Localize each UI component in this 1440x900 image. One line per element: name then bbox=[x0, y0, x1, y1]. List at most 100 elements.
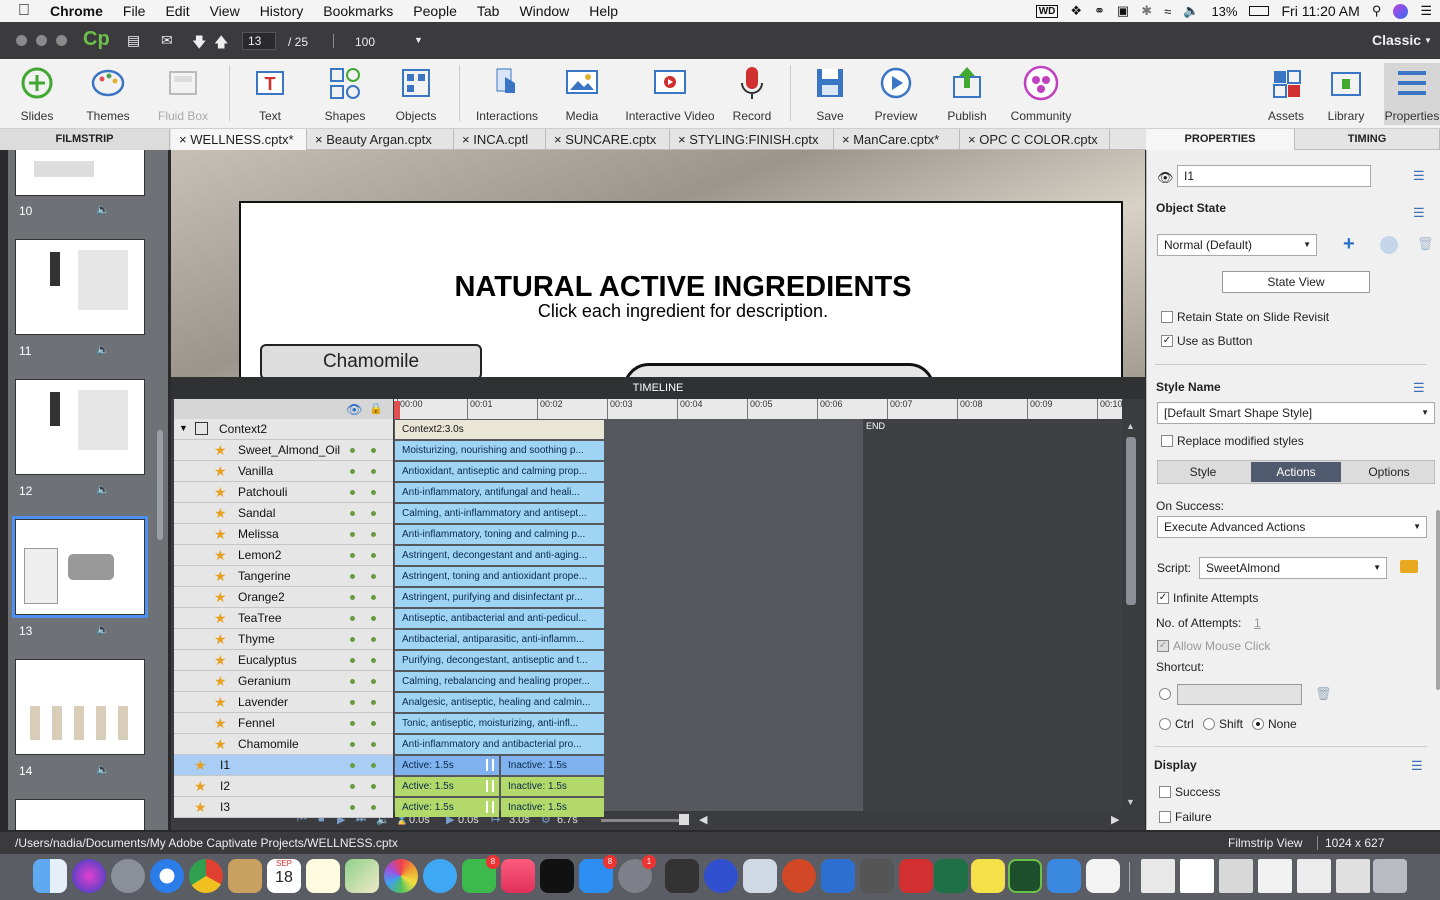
tab-styling-finish[interactable]: × STYLING:FINISH.cptx bbox=[670, 129, 834, 150]
timeline-inactive-bar[interactable]: Inactive: 1.5s bbox=[501, 777, 604, 796]
maps-icon[interactable] bbox=[345, 859, 379, 893]
captivate-icon[interactable] bbox=[1008, 859, 1042, 893]
lock-dot-icon[interactable] bbox=[371, 763, 376, 768]
lock-dot-icon[interactable] bbox=[371, 616, 376, 621]
timeline-row[interactable]: ★ Eucalyptus bbox=[174, 650, 393, 671]
tab-suncare[interactable]: × SUNCARE.cptx bbox=[546, 129, 670, 150]
visibility-dot-icon[interactable] bbox=[350, 616, 355, 621]
pause-handle-icon[interactable] bbox=[486, 759, 494, 771]
lock-dot-icon[interactable] bbox=[371, 784, 376, 789]
visibility-dot-icon[interactable] bbox=[350, 448, 355, 453]
panel-menu-icon[interactable]: ☰ bbox=[1411, 758, 1423, 774]
scroll-down-icon[interactable]: ▼ bbox=[1126, 797, 1135, 807]
menu-people[interactable]: People bbox=[403, 3, 467, 19]
scroll-up-icon[interactable]: ▲ bbox=[1126, 421, 1135, 431]
calendar-icon[interactable]: SEP 18 bbox=[267, 859, 301, 893]
notes-icon[interactable] bbox=[306, 859, 340, 893]
music-icon[interactable] bbox=[501, 859, 535, 893]
menu-view[interactable]: View bbox=[200, 3, 250, 19]
hscroll-left-icon[interactable]: ◀ bbox=[699, 813, 707, 826]
lock-dot-icon[interactable] bbox=[371, 532, 376, 537]
slide-thumbnail[interactable] bbox=[15, 659, 145, 755]
visibility-dot-icon[interactable] bbox=[350, 490, 355, 495]
window-minimize-button[interactable] bbox=[36, 35, 47, 46]
finder-icon[interactable] bbox=[33, 859, 67, 893]
lock-dot-icon[interactable] bbox=[371, 679, 376, 684]
pause-handle-icon[interactable] bbox=[486, 780, 494, 792]
speaker-icon[interactable]: 🔈 bbox=[96, 763, 110, 776]
visibility-dot-icon[interactable] bbox=[350, 742, 355, 747]
headphones-app-icon[interactable] bbox=[704, 859, 738, 893]
collapse-arrow-icon[interactable]: ▼ bbox=[179, 423, 188, 433]
clipboard-icon[interactable]: ▣ bbox=[1117, 3, 1129, 19]
properties-button[interactable]: Properties bbox=[1384, 63, 1440, 125]
slide-title[interactable]: NATURAL ACTIVE INGREDIENTS bbox=[241, 271, 1125, 304]
apple-icon[interactable]:  bbox=[0, 2, 40, 20]
object-name-input[interactable]: I1 bbox=[1177, 165, 1371, 187]
menu-file[interactable]: File bbox=[113, 3, 156, 19]
document-thumbnail[interactable] bbox=[1141, 859, 1175, 893]
timeline-row[interactable]: ★ Melissa bbox=[174, 524, 393, 545]
menu-bookmarks[interactable]: Bookmarks bbox=[313, 3, 403, 19]
battery-percent[interactable]: 13% bbox=[1211, 4, 1237, 19]
siri-icon[interactable] bbox=[72, 859, 106, 893]
menu-edit[interactable]: Edit bbox=[155, 3, 199, 19]
tab-close-icon[interactable]: × bbox=[462, 132, 470, 147]
timeline-group-bar[interactable]: Context2:3.0s bbox=[395, 420, 604, 439]
timeline-bar[interactable]: Anti-inflammatory, antifungal and heali.… bbox=[395, 483, 604, 502]
visibility-dot-icon[interactable] bbox=[350, 658, 355, 663]
timeline-row[interactable]: ★ Fennel bbox=[174, 713, 393, 734]
timeline-bar[interactable]: Analgesic, antiseptic, healing and calmi… bbox=[395, 693, 604, 712]
timeline-bar[interactable]: Astringent, decongestant and anti-aging.… bbox=[395, 546, 604, 565]
lock-dot-icon[interactable] bbox=[371, 805, 376, 810]
speaker-icon[interactable]: 🔈 bbox=[96, 483, 110, 496]
timeline-button-row[interactable]: ★ I1 bbox=[174, 755, 393, 776]
timeline-bar[interactable]: Astringent, purifying and disinfectant p… bbox=[395, 588, 604, 607]
lock-dot-icon[interactable] bbox=[371, 448, 376, 453]
creative-cloud-icon[interactable]: ⚭ bbox=[1094, 3, 1105, 19]
document-thumbnail[interactable] bbox=[1297, 859, 1331, 893]
mail-icon[interactable]: ✉ bbox=[161, 32, 173, 49]
document-thumbnail[interactable] bbox=[1258, 859, 1292, 893]
visibility-dot-icon[interactable] bbox=[350, 637, 355, 642]
shapes-button[interactable]: Shapes bbox=[318, 63, 372, 123]
wifi-icon[interactable]: ≈ bbox=[1164, 4, 1171, 19]
dropbox-icon[interactable]: ❖ bbox=[1070, 3, 1082, 19]
show-hide-eye-icon[interactable]: 👁 bbox=[346, 402, 363, 418]
speaker-icon[interactable]: 🔈 bbox=[96, 623, 110, 636]
panel-menu-icon[interactable]: ☰ bbox=[1413, 380, 1425, 396]
zoom-dropdown-icon[interactable]: ▼ bbox=[414, 35, 423, 45]
notes-app-icon[interactable] bbox=[228, 859, 262, 893]
visibility-dot-icon[interactable] bbox=[350, 511, 355, 516]
lock-dot-icon[interactable] bbox=[371, 574, 376, 579]
panel-menu-icon[interactable]: ☰ bbox=[1413, 168, 1425, 184]
properties-scrollbar[interactable] bbox=[1436, 510, 1440, 690]
visibility-dot-icon[interactable] bbox=[350, 700, 355, 705]
style-name-dropdown[interactable]: [Default Smart Shape Style] ▼ bbox=[1157, 402, 1435, 424]
next-slide-icon[interactable]: 🡇 bbox=[192, 32, 206, 56]
media-button[interactable]: Media bbox=[560, 63, 604, 123]
timeline-row[interactable]: ★ Tangerine bbox=[174, 566, 393, 587]
notification-center-icon[interactable]: ☰ bbox=[1420, 3, 1432, 19]
tab-wellness[interactable]: × WELLNESS.cptx* bbox=[171, 129, 307, 150]
volume-icon[interactable]: 🔈 bbox=[1183, 3, 1199, 19]
tab-opc-c-color[interactable]: × OPC C COLOR.cptx bbox=[960, 129, 1110, 150]
failure-checkbox[interactable] bbox=[1159, 811, 1171, 823]
previous-slide-icon[interactable]: 🡅 bbox=[214, 32, 228, 56]
lock-dot-icon[interactable] bbox=[371, 742, 376, 747]
visibility-dot-icon[interactable] bbox=[350, 595, 355, 600]
lock-dot-icon[interactable] bbox=[371, 511, 376, 516]
timeline-row[interactable]: ★ Thyme bbox=[174, 629, 393, 650]
visibility-dot-icon[interactable] bbox=[350, 763, 355, 768]
themes-button[interactable]: Themes bbox=[78, 63, 138, 123]
panel-menu-icon[interactable]: ☰ bbox=[1413, 205, 1425, 221]
shift-radio[interactable] bbox=[1203, 718, 1215, 730]
final-cut-icon[interactable] bbox=[665, 859, 699, 893]
playhead[interactable] bbox=[394, 401, 400, 419]
window-zoom-button[interactable] bbox=[56, 35, 67, 46]
photos-icon[interactable] bbox=[384, 859, 418, 893]
timeline-active-bar[interactable]: Active: 1.5s bbox=[395, 756, 499, 775]
slide-subtitle[interactable]: Click each ingredient for description. bbox=[241, 301, 1125, 322]
timeline-vscrollbar[interactable] bbox=[1126, 437, 1136, 605]
tab-close-icon[interactable]: × bbox=[968, 132, 976, 147]
